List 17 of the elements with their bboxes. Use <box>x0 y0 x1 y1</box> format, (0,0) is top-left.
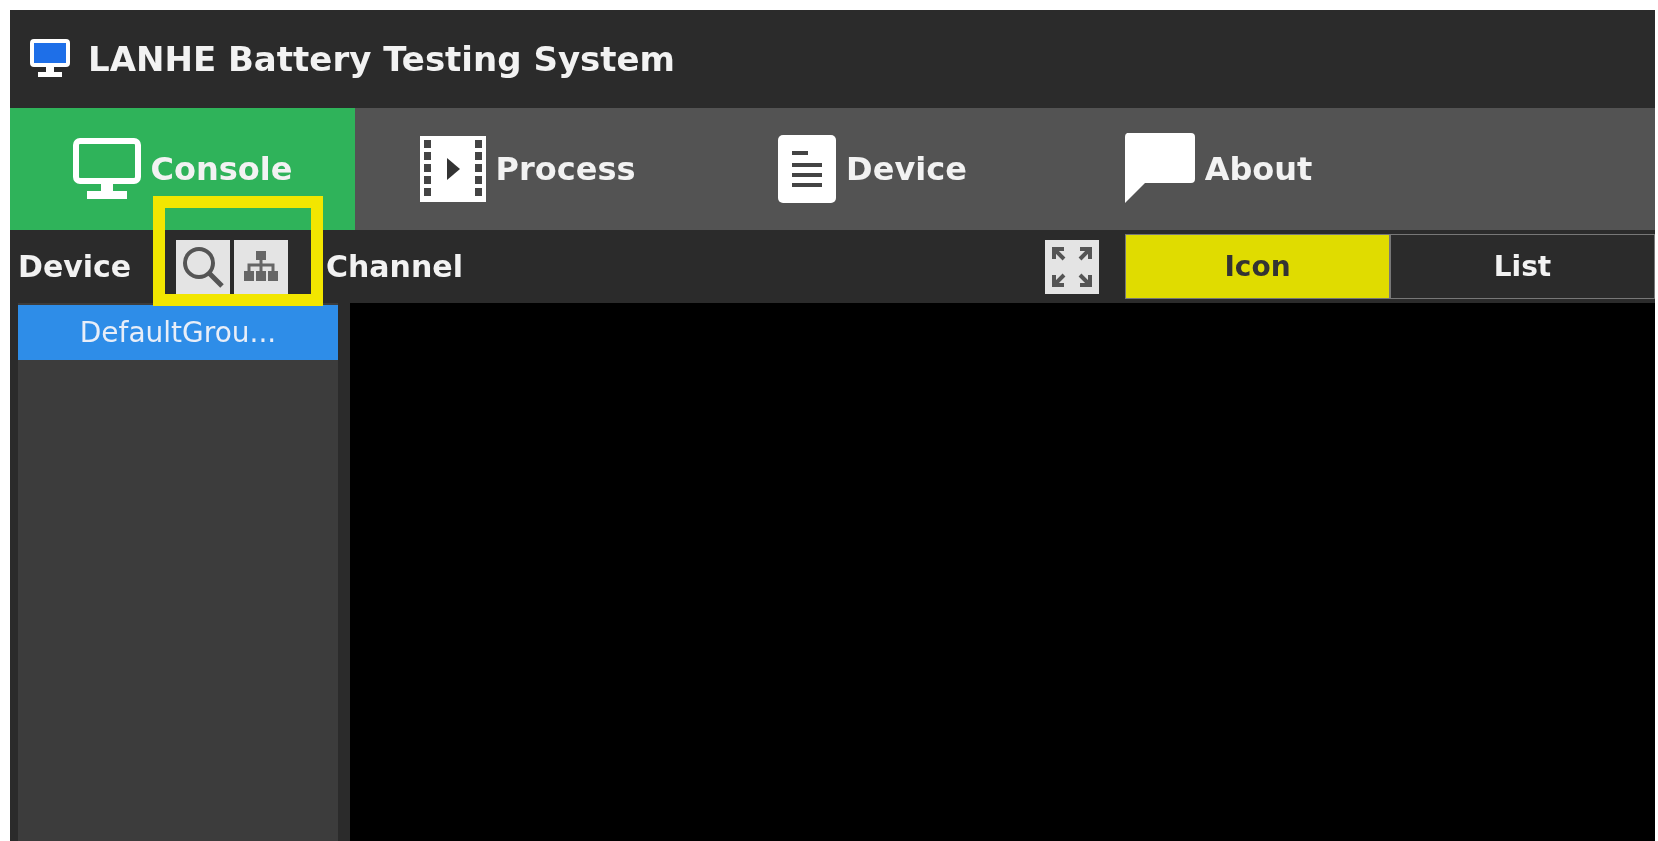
device-label: Device <box>18 249 133 284</box>
window-title: LANHE Battery Testing System <box>88 39 676 79</box>
monitor-icon <box>72 138 141 200</box>
search-button[interactable] <box>176 239 230 294</box>
view-mode-tab[interactable]: Icon <box>1125 234 1390 299</box>
nav-tab[interactable]: About <box>1045 108 1390 230</box>
nav-tab[interactable]: Process <box>355 108 700 230</box>
nav-tab[interactable]: Device <box>700 108 1045 230</box>
document-icon <box>778 135 837 203</box>
film-icon <box>419 136 486 202</box>
expand-icon <box>1050 244 1094 289</box>
monitor-icon <box>30 39 70 79</box>
hierarchy-button[interactable] <box>234 239 288 294</box>
fullscreen-button[interactable] <box>1045 239 1099 294</box>
speech-bubble-icon <box>1122 133 1195 205</box>
channel-label: Channel <box>326 249 464 284</box>
view-mode-tab[interactable]: List <box>1390 234 1655 299</box>
